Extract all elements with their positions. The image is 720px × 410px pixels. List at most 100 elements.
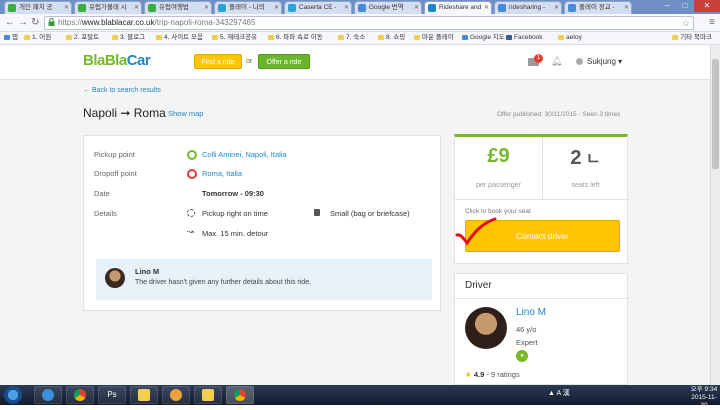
tab-label: Caserta CE - (299, 4, 337, 11)
chrome-active-taskbar-icon[interactable] (226, 386, 254, 404)
tab-label: 플레이 - 나의 (229, 4, 265, 11)
detour-detail: Max. 15 min. detour (202, 229, 269, 238)
bookmark-item[interactable]: Google 지도 (462, 32, 505, 44)
driver-name-link[interactable]: Lino M (516, 307, 546, 318)
bell-icon[interactable]: 🔔︎ (551, 56, 562, 67)
explorer-taskbar-icon[interactable] (130, 386, 158, 404)
browser-tab-active[interactable]: Rideshare and ✕ (424, 1, 492, 14)
seats-number: 2 (570, 147, 582, 169)
bookmark-item[interactable]: 앱 (4, 32, 18, 44)
tab-label: 유럽가볼래 시 (89, 4, 127, 11)
close-tab-icon[interactable]: ✕ (414, 2, 419, 14)
bookmark-item[interactable]: 마운 플레이 (414, 32, 454, 44)
find-ride-button[interactable]: Find a ride (194, 54, 242, 69)
dropoff-label: Dropoff point (94, 169, 137, 178)
lock-icon (48, 18, 55, 26)
close-tab-icon[interactable]: ✕ (204, 2, 209, 14)
rating-value: 4.9 (473, 370, 485, 379)
bookmark-item[interactable]: 1. 어원 (24, 32, 51, 44)
tab-label: 플레이 정교 - (579, 4, 615, 11)
close-tab-icon[interactable]: ✕ (64, 2, 69, 14)
dropoff-value[interactable]: Roma, Italia (202, 169, 242, 178)
driver-heading: Driver (465, 280, 492, 291)
close-tab-icon[interactable]: ✕ (554, 2, 559, 14)
user-menu[interactable]: Sukjung ▾ (576, 57, 622, 66)
blablacar-logo[interactable]: BlaBlaCar (83, 52, 151, 69)
message-count-badge: 1 (534, 54, 543, 63)
driver-rating[interactable]: ★ 4.9 - 9 ratings (465, 370, 520, 379)
chrome-taskbar-icon[interactable] (66, 386, 94, 404)
browser-tab[interactable]: 개인 패치 공 ✕ (4, 1, 72, 14)
details-label: Details (94, 209, 117, 218)
maximize-button[interactable]: □ (676, 0, 694, 12)
bookmark-star-icon[interactable]: ☆ (682, 17, 690, 29)
pickup-marker-icon (187, 150, 197, 160)
bookmark-item[interactable]: Facebook (506, 32, 543, 44)
bookmark-item[interactable]: 5. 재테크공유 (212, 32, 257, 44)
reload-icon[interactable]: ↻ (31, 16, 39, 29)
system-tray[interactable]: ▲ A 漢 (548, 388, 570, 398)
offer-ride-button[interactable]: Offer a ride (258, 54, 310, 69)
close-window-button[interactable]: ✕ (694, 0, 720, 12)
browser-tab[interactable]: ridesharing - ✕ (494, 1, 562, 14)
close-tab-icon[interactable]: ✕ (274, 2, 279, 14)
folder-taskbar-icon[interactable] (194, 386, 222, 404)
tab-label: 유럽여행법 (159, 4, 189, 11)
browser-tab[interactable]: 플레이 - 나의 ✕ (214, 1, 282, 14)
bookmark-item[interactable]: 7. 숙소 (338, 32, 365, 44)
chrome-menu-icon[interactable]: ≡ (709, 17, 715, 28)
tab-favicon-icon (288, 4, 296, 12)
date-label: Date (94, 189, 110, 198)
back-arrow-icon[interactable]: ← (5, 16, 15, 29)
scrollbar-thumb[interactable] (712, 59, 719, 169)
show-map-link[interactable]: Show map (168, 109, 203, 118)
logo-car: Car (126, 52, 151, 69)
tab-label: 개인 패치 공 (19, 4, 53, 11)
bookmark-item[interactable]: aetoy (558, 32, 582, 44)
trip-details-panel: Pickup point Colli Aminei, Napoli, Itali… (83, 135, 441, 311)
logo-bla: Bla (104, 52, 127, 69)
tab-favicon-icon (498, 4, 506, 12)
bookmark-item[interactable]: 3. 블로그 (112, 32, 145, 44)
bookmark-item[interactable]: 4. 사이트 모음 (156, 32, 203, 44)
other-bookmarks[interactable]: 기타 북마크 (672, 32, 712, 44)
minimize-button[interactable]: – (658, 0, 676, 12)
seat-icon: ㄴ (581, 151, 601, 168)
driver-panel: Driver Lino M 46 y/o Expert ★ ★ 4.9 - 9 … (454, 273, 628, 385)
username: Sukjung (587, 57, 616, 66)
address-bar[interactable]: https://www.blablacar.co.uk/trip-napoli-… (44, 16, 694, 30)
tab-favicon-icon (218, 4, 226, 12)
browser-tab[interactable]: 유럽가볼래 시 ✕ (74, 1, 142, 14)
clock-icon (187, 209, 195, 217)
forward-arrow-icon[interactable]: → (18, 16, 28, 29)
clock-date: 2015-11-30 (691, 394, 717, 409)
driver-age: 46 y/o (516, 325, 537, 334)
bookmark-item[interactable]: 8. 쇼핑 (378, 32, 405, 44)
click-to-book-hint: Click to book your seat (465, 208, 531, 215)
window-controls: – □ ✕ (658, 0, 720, 14)
browser-tab[interactable]: Google 번역 ✕ (354, 1, 422, 14)
bookmark-item[interactable]: 6. 파파 속로 이동 (268, 32, 323, 44)
close-tab-icon[interactable]: ✕ (484, 2, 489, 14)
site-header: BlaBlaCar Find a ride or Offer a ride 1 … (0, 45, 710, 80)
detour-icon: ↝ (187, 227, 194, 236)
or-separator: or (246, 58, 253, 65)
browser-tab[interactable]: 플레이 정교 - ✕ (564, 1, 632, 14)
browser-tab[interactable]: Caserta CE - ✕ (284, 1, 352, 14)
driver-photo[interactable] (465, 307, 507, 349)
taskbar-clock[interactable]: 오후 9:34 2015-11-30 (688, 386, 720, 410)
photoshop-taskbar-icon[interactable]: Ps (98, 386, 126, 404)
bookmark-item[interactable]: 2. 포탈트 (66, 32, 99, 44)
driver-experience: Expert (516, 338, 538, 347)
pickup-value[interactable]: Colli Aminei, Napoli, Italia (202, 150, 287, 159)
back-to-results-link[interactable]: ← Back to search results (83, 87, 161, 94)
page-scrollbar[interactable] (710, 45, 720, 385)
ie-taskbar-icon[interactable] (34, 386, 62, 404)
close-tab-icon[interactable]: ✕ (344, 2, 349, 14)
browser-tab[interactable]: 유럽여행법 ✕ (144, 1, 212, 14)
price: £9 (487, 145, 510, 167)
start-button[interactable] (4, 386, 22, 404)
close-tab-icon[interactable]: ✕ (624, 2, 629, 14)
close-tab-icon[interactable]: ✕ (134, 2, 139, 14)
app-taskbar-icon[interactable] (162, 386, 190, 404)
